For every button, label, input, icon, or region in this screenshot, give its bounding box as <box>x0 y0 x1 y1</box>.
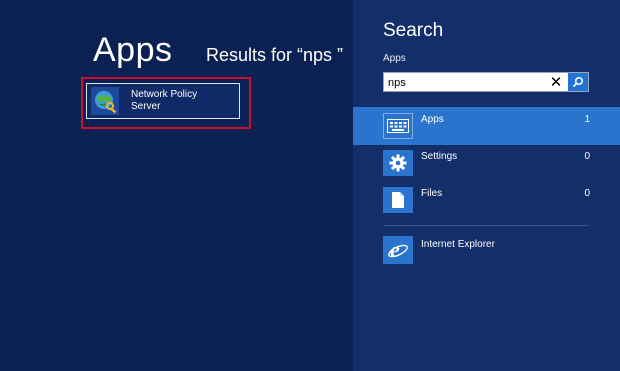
internet-explorer-icon: e <box>383 236 413 264</box>
app-tile-label-line2: Server <box>131 101 161 112</box>
search-filter-count: 0 <box>584 188 590 199</box>
search-scope-label: Apps <box>383 53 406 64</box>
app-tile-label: Network Policy Server <box>131 89 197 113</box>
search-result-label: Internet Explorer <box>421 239 495 250</box>
app-tile-network-policy-server[interactable]: Network Policy Server <box>86 83 240 119</box>
page-title: Apps <box>93 31 173 69</box>
app-tile-label-line1: Network Policy <box>131 89 198 100</box>
search-result-internet-explorer[interactable]: e Internet Explorer <box>383 234 589 264</box>
search-filter-label: Apps <box>421 114 444 125</box>
search-filter-files[interactable]: Files 0 <box>353 181 620 219</box>
search-button[interactable] <box>568 73 588 91</box>
search-filter-count: 1 <box>584 114 590 125</box>
search-box: ✕ <box>383 72 589 92</box>
close-icon: ✕ <box>549 74 563 91</box>
clear-search-button[interactable]: ✕ <box>546 73 566 91</box>
search-filter-label: Files <box>421 188 443 199</box>
search-input[interactable] <box>388 75 538 90</box>
divider <box>383 225 589 226</box>
search-filter-apps[interactable]: Apps 1 <box>353 107 620 145</box>
search-filter-settings[interactable]: Settings 0 <box>353 144 620 182</box>
search-pane: Search Apps ✕ <box>353 0 620 371</box>
search-filter-count: 0 <box>584 151 590 162</box>
results-for-text: Results for “nps ” <box>206 45 344 65</box>
file-icon <box>383 187 413 213</box>
search-heading: Search <box>383 20 444 41</box>
gear-icon <box>383 150 413 176</box>
apps-keyboard-icon <box>383 113 413 139</box>
search-filter-label: Settings <box>421 151 458 162</box>
network-policy-server-icon <box>91 87 119 115</box>
search-icon <box>572 76 584 88</box>
